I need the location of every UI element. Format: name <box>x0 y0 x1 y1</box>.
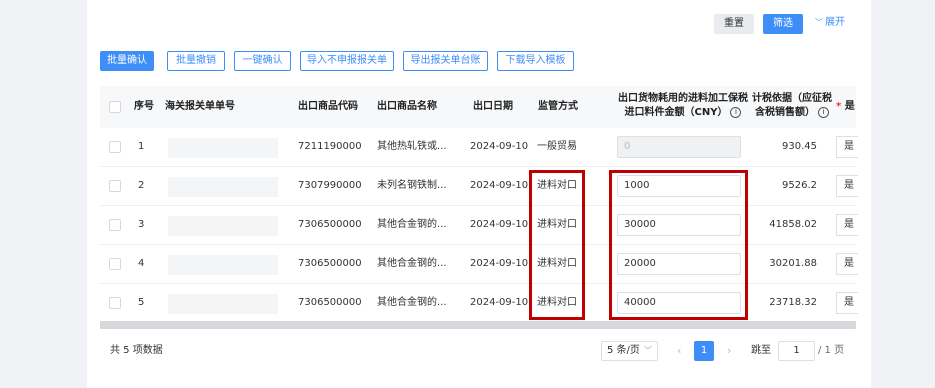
row-export-date: 2024-09-10 <box>470 258 529 269</box>
row-checkbox[interactable] <box>109 180 121 192</box>
table-header: 序号 海关报关单单号 出口商品代码 出口商品名称 出口日期 监管方式 出口货物耗… <box>100 86 856 128</box>
horizontal-scrollbar[interactable] <box>100 321 856 329</box>
row-tax-basis: 41858.02 <box>769 219 817 230</box>
row-seq: 4 <box>138 258 145 269</box>
row-yes-select[interactable]: 是 <box>836 214 858 236</box>
jump-to-label: 跳至 <box>751 345 771 356</box>
row-export-date: 2024-09-10 <box>470 297 529 308</box>
row-product-code: 7306500000 <box>298 297 362 308</box>
row-checkbox[interactable] <box>109 219 121 231</box>
row-product-code: 7306500000 <box>298 258 362 269</box>
row-export-date: 2024-09-10 <box>470 141 529 152</box>
col-seq-header: 序号 <box>134 101 154 112</box>
reset-button[interactable]: 重置 <box>714 14 754 34</box>
next-page-icon[interactable]: › <box>727 341 731 361</box>
row-product-name: 其他合金钢的... <box>377 297 447 308</box>
row-checkbox[interactable] <box>109 297 121 309</box>
row-seq: 3 <box>138 219 145 230</box>
batch-confirm-button[interactable]: 批量确认 <box>100 51 154 71</box>
current-page-button[interactable]: 1 <box>694 341 714 361</box>
tax-basis-header-line1: 计税依据（应征税 <box>752 93 832 104</box>
batch-revoke-button[interactable]: 批量撤销 <box>167 51 225 71</box>
row-export-date: 2024-09-10 <box>470 219 529 230</box>
row-product-code: 7307990000 <box>298 180 362 191</box>
jump-page-input[interactable]: 1 <box>778 341 815 361</box>
col-customs-no-header: 海关报关单单号 <box>165 101 235 112</box>
required-star: * <box>836 101 845 112</box>
row-tax-basis: 30201.88 <box>769 258 817 269</box>
col-export-date-header: 出口日期 <box>473 101 513 112</box>
row-product-code: 7211190000 <box>298 141 362 152</box>
filter-button[interactable]: 筛选 <box>763 14 803 34</box>
row-export-date: 2024-09-10 <box>470 180 529 191</box>
redacted-customs-no <box>168 216 278 236</box>
row-checkbox[interactable] <box>109 258 121 270</box>
col-product-code-header: 出口商品代码 <box>298 101 358 112</box>
row-yes-select[interactable]: 是 <box>836 136 858 158</box>
supervision-highlight-box <box>529 170 585 320</box>
row-product-name: 其他合金钢的... <box>377 219 447 230</box>
row-seq: 1 <box>138 141 145 152</box>
row-product-name: 其他合金钢的... <box>377 258 447 269</box>
prev-page-icon[interactable]: ‹ <box>677 341 681 361</box>
expand-label: 展开 <box>825 17 845 28</box>
row-yes-select[interactable]: 是 <box>836 253 858 275</box>
import-no-declare-button[interactable]: 导入不申报报关单 <box>300 51 394 71</box>
col-tax-basis-header: 计税依据（应征税 含税销售额） i <box>747 92 837 120</box>
row-tax-basis: 23718.32 <box>769 297 817 308</box>
page-size-value: 5 条/页 <box>607 345 640 356</box>
row-import-amount-input: 0 <box>617 136 741 158</box>
download-template-button[interactable]: 下载导入模板 <box>497 51 574 71</box>
page-size-select[interactable]: 5 条/页 ﹀ <box>601 341 658 361</box>
select-all-checkbox[interactable] <box>109 101 121 113</box>
col-supervision-header: 监管方式 <box>538 101 578 112</box>
col-product-name-header: 出口商品名称 <box>377 101 437 112</box>
redacted-customs-no <box>168 177 278 197</box>
row-seq: 5 <box>138 297 145 308</box>
tax-basis-header-line2: 含税销售额） i <box>747 106 837 120</box>
row-tax-basis: 930.45 <box>782 141 817 152</box>
redacted-customs-no <box>168 255 278 275</box>
chevron-down-icon: ﹀ <box>815 18 823 27</box>
row-product-name: 其他热轧铁或... <box>377 141 447 152</box>
row-seq: 2 <box>138 180 145 191</box>
row-product-name: 未列名钢铁制... <box>377 180 447 191</box>
redacted-customs-no <box>168 294 278 314</box>
chevron-down-icon: ﹀ <box>644 346 652 355</box>
import-amount-header-line2: 进口料件金额（CNY） i <box>618 106 748 120</box>
expand-toggle[interactable]: ﹀ 展开 <box>815 14 845 32</box>
col-last-header: * 是 <box>836 100 855 114</box>
tax-basis-header-text: 含税销售额） <box>755 107 815 118</box>
row-checkbox[interactable] <box>109 141 121 153</box>
info-icon[interactable]: i <box>730 106 742 118</box>
col-import-amount-header: 出口货物耗用的进料加工保税 进口料件金额（CNY） i <box>618 92 748 120</box>
row-tax-basis: 9526.2 <box>782 180 817 191</box>
row-yes-select[interactable]: 是 <box>836 292 858 314</box>
import-amount-header-text: 进口料件金额（CNY） <box>624 107 728 118</box>
total-count: 共 5 项数据 <box>110 345 163 356</box>
row-yes-select[interactable]: 是 <box>836 175 858 197</box>
export-ledger-button[interactable]: 导出报关单台账 <box>403 51 488 71</box>
main-panel: 重置 筛选 ﹀ 展开 批量确认 批量撤销 一键确认 导入不申报报关单 导出报关单台… <box>87 0 871 388</box>
row-supervision: 一般贸易 <box>537 141 577 152</box>
row-product-code: 7306500000 <box>298 219 362 230</box>
import-amount-highlight-box <box>609 170 748 320</box>
import-amount-header-line1: 出口货物耗用的进料加工保税 <box>618 93 748 104</box>
total-pages: / 1 页 <box>818 345 845 356</box>
col-last-header-text: 是 <box>844 101 855 112</box>
info-icon[interactable]: i <box>818 106 829 118</box>
redacted-customs-no <box>168 138 278 158</box>
table-row: 1 7211190000 其他热轧铁或... 2024-09-10 一般贸易 0… <box>100 128 858 167</box>
one-click-confirm-button[interactable]: 一键确认 <box>234 51 291 71</box>
